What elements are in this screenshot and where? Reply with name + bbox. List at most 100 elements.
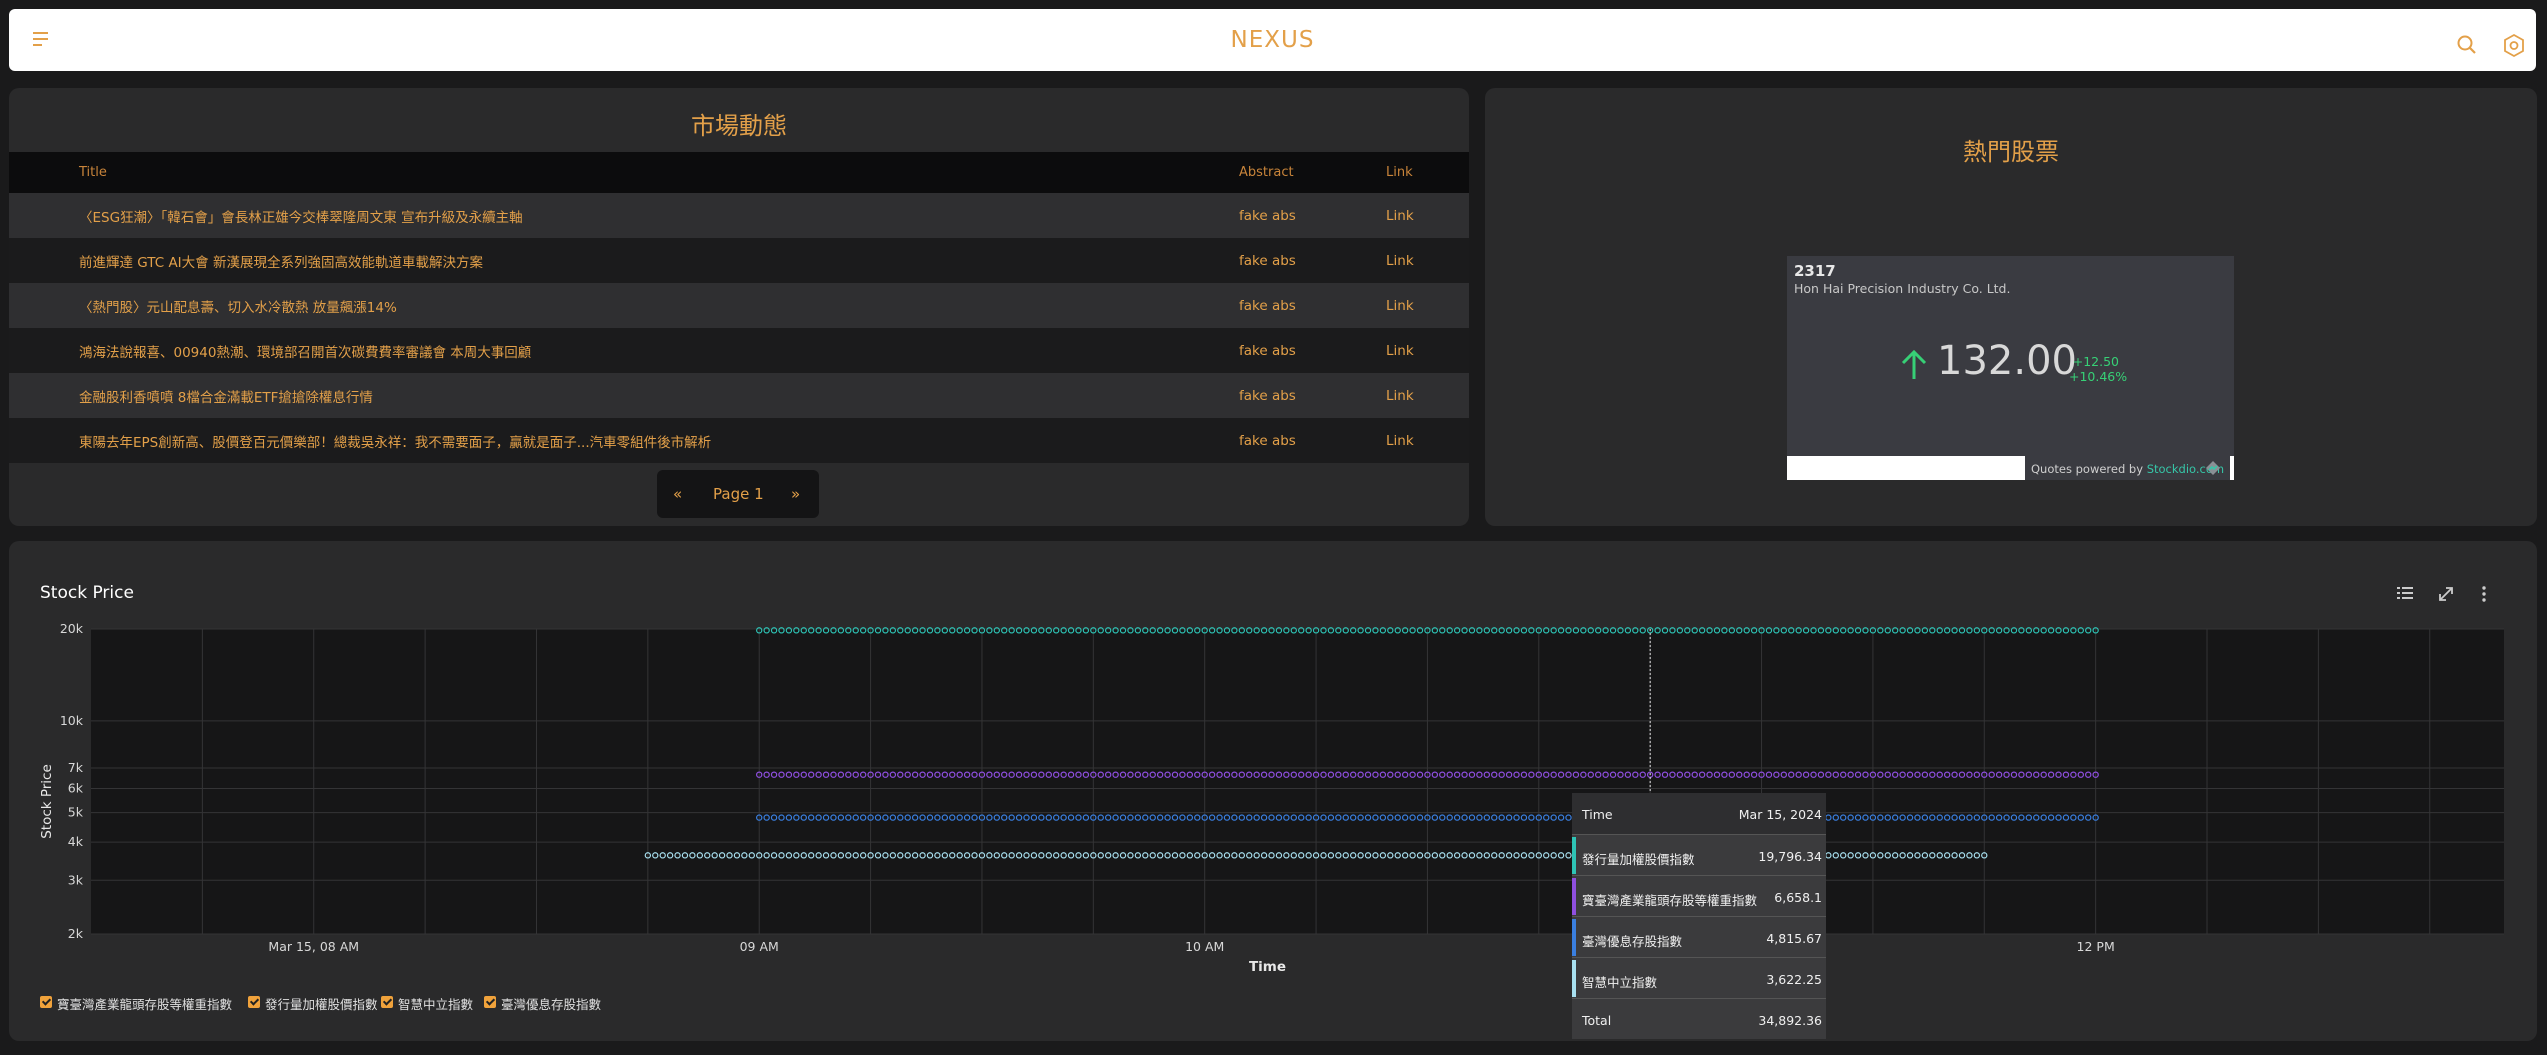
tooltip-series-name: 臺灣優息存股指數 [1582, 934, 1683, 949]
stock-price-chart[interactable]: 2k 3k 4k 5k 6k 7k 10k 20k Mar 15, 08 AM 09 AM 10 A… [9, 541, 2537, 1041]
news-title-cell: 金融股利香噴噴 8檔合金滿載ETF搶搶除權息行情 [9, 373, 1239, 418]
app-header: NEXUS [9, 9, 2536, 71]
legend-label: 臺灣優息存股指數 [501, 997, 602, 1012]
news-title-cell: 〈熱門股〉元山配息壽、切入水冷散熱 放量飆漲14% [9, 283, 1239, 328]
page-label: Page 1 [713, 485, 764, 503]
tooltip-series-name: 智慧中立指數 [1582, 975, 1658, 990]
news-abstract-cell: fake abs [1239, 373, 1386, 418]
stock-symbol: 2317 [1794, 262, 1836, 280]
tooltip-series-name: 寶臺灣產業龍頭存股等權重指數 [1582, 893, 1758, 908]
tooltip-swatch [1572, 960, 1576, 997]
stock-price-chart-panel: Stock Price 2k 3k 4k 5k 6k 7k 10k 20k Mar 15, 08… [9, 541, 2537, 1041]
search-icon[interactable] [2449, 27, 2487, 65]
quote-footer-edge [2230, 456, 2234, 480]
y-tick-label: 6k [68, 780, 84, 795]
hot-stocks-title: 熱門股票 [1963, 138, 2059, 166]
quotes-prefix: Quotes powered by [2031, 462, 2147, 476]
tooltip-row: 臺灣優息存股指數 4,815.67 [1572, 916, 1826, 957]
column-title: Title [9, 152, 1239, 193]
market-news-title: 市場動態 [691, 112, 787, 140]
tooltip-swatch [1572, 919, 1576, 956]
stock-change-percent: +10.46% [2069, 369, 2128, 384]
y-tick-label: 5k [68, 805, 84, 820]
column-link: Link [1386, 152, 1469, 193]
y-tick-label: 4k [68, 834, 84, 849]
tooltip-header: Time Mar 15, 2024 [1572, 793, 1826, 834]
x-axis-title: Time [1249, 959, 1286, 975]
tooltip-series-value: 3,622.25 [1766, 972, 1822, 987]
table-header-row: Title Abstract Link [9, 152, 1469, 193]
tooltip-time-value: Mar 15, 2024 [1738, 807, 1822, 822]
news-title-cell: 東陽去年EPS創新高、股價登百元價樂部！總裁吳永祥：我不需要面子，贏就是面子..… [9, 418, 1239, 463]
y-tick-label: 7k [68, 760, 84, 775]
legend-checkbox[interactable] [484, 996, 496, 1008]
tooltip-series-name: 發行量加權股價指數 [1582, 852, 1695, 867]
news-link[interactable]: Link [1386, 328, 1469, 373]
news-abstract-cell: fake abs [1239, 238, 1386, 283]
legend-label: 發行量加權股價指數 [265, 997, 378, 1012]
column-abstract: Abstract [1239, 152, 1386, 193]
hot-stocks-panel: 熱門股票 2317 Hon Hai Precision Industry Co.… [1485, 88, 2537, 526]
table-row[interactable]: 〈ESG狂潮〉「韓石會」會長林正雄今交棒翠隆周文東 宣布升級及永續主軸 fake… [9, 193, 1469, 238]
news-abstract-cell: fake abs [1239, 193, 1386, 238]
stock-quote-widget[interactable]: 2317 Hon Hai Precision Industry Co. Ltd.… [1787, 256, 2234, 480]
x-tick-label: 09 AM [740, 939, 779, 954]
y-tick-label: 2k [68, 926, 84, 941]
tooltip-total-label: Total [1582, 1013, 1612, 1028]
app-title: NEXUS [1230, 27, 1315, 53]
tooltip-swatch [1572, 878, 1576, 915]
tooltip-row: 發行量加權股價指數 19,796.34 [1572, 834, 1826, 875]
table-row[interactable]: 鴻海法說報喜、00940熱潮、環境部召開首次碳費費率審議會 本周大事回顧 fak… [9, 328, 1469, 373]
y-axis-title: Stock Price [39, 764, 55, 839]
next-page-button[interactable]: » [791, 485, 800, 503]
news-link[interactable]: Link [1386, 193, 1469, 238]
table-row[interactable]: 〈熱門股〉元山配息壽、切入水冷散熱 放量飆漲14% fake abs Link [9, 283, 1469, 328]
tooltip-series-value: 4,815.67 [1766, 931, 1822, 946]
news-link[interactable]: Link [1386, 373, 1469, 418]
tooltip-total-row: Total 34,892.36 [1572, 998, 1826, 1039]
quotes-attribution: Quotes powered by Stockdio.com [2031, 462, 2224, 476]
arrow-up-icon [1901, 349, 1927, 379]
tooltip-series-value: 6,658.1 [1774, 890, 1822, 905]
news-table: Title Abstract Link 〈ESG狂潮〉「韓石會」會長林正雄今交棒… [9, 152, 1469, 463]
tooltip-swatch [1572, 837, 1576, 874]
legend-label: 智慧中立指數 [398, 997, 474, 1012]
stockdio-logo-icon [2206, 461, 2220, 475]
tooltip-total-value: 34,892.36 [1758, 1013, 1822, 1028]
y-tick-label: 20k [60, 621, 84, 636]
news-link[interactable]: Link [1386, 418, 1469, 463]
tooltip-row: 智慧中立指數 3,622.25 [1572, 957, 1826, 998]
news-abstract-cell: fake abs [1239, 328, 1386, 373]
stock-name: Hon Hai Precision Industry Co. Ltd. [1794, 281, 2011, 296]
tooltip-time-label: Time [1582, 807, 1613, 822]
prev-page-button[interactable]: « [673, 485, 682, 503]
legend-checkbox[interactable] [248, 996, 260, 1008]
x-tick-label: 12 PM [2077, 939, 2115, 954]
table-row[interactable]: 前進輝達 GTC AI大會 新漢展現全系列強固高效能軌道車載解決方案 fake … [9, 238, 1469, 283]
news-title-cell: 〈ESG狂潮〉「韓石會」會長林正雄今交棒翠隆周文東 宣布升級及永續主軸 [9, 193, 1239, 238]
pagination: « Page 1 » [657, 470, 819, 518]
news-title-cell: 鴻海法說報喜、00940熱潮、環境部召開首次碳費費率審議會 本周大事回顧 [9, 328, 1239, 373]
x-tick-label: 10 AM [1185, 939, 1224, 954]
x-tick-label: Mar 15, 08 AM [268, 939, 359, 954]
quote-footer-bar [1787, 456, 2025, 480]
stock-price: 132.00 [1937, 338, 2077, 384]
legend-checkbox[interactable] [40, 996, 52, 1008]
y-tick-label: 10k [60, 713, 84, 728]
plot-area [91, 629, 2504, 934]
y-tick-label: 3k [68, 872, 84, 887]
news-abstract-cell: fake abs [1239, 283, 1386, 328]
chart-tooltip: Time Mar 15, 2024 發行量加權股價指數 19,796.34 寶臺… [1572, 793, 1826, 1039]
news-link[interactable]: Link [1386, 283, 1469, 328]
settings-icon[interactable] [2495, 27, 2533, 65]
stock-change: +12.50 [2072, 354, 2119, 369]
news-title-cell: 前進輝達 GTC AI大會 新漢展現全系列強固高效能軌道車載解決方案 [9, 238, 1239, 283]
news-abstract-cell: fake abs [1239, 418, 1386, 463]
table-row[interactable]: 東陽去年EPS創新高、股價登百元價樂部！總裁吳永祥：我不需要面子，贏就是面子..… [9, 418, 1469, 463]
table-row[interactable]: 金融股利香噴噴 8檔合金滿載ETF搶搶除權息行情 fake abs Link [9, 373, 1469, 418]
legend-label: 寶臺灣產業龍頭存股等權重指數 [57, 997, 233, 1012]
market-news-panel: 市場動態 Title Abstract Link 〈ESG狂潮〉「韓石會」會長林… [9, 88, 1469, 526]
tooltip-row: 寶臺灣產業龍頭存股等權重指數 6,658.1 [1572, 875, 1826, 916]
legend-checkbox[interactable] [381, 996, 393, 1008]
news-link[interactable]: Link [1386, 238, 1469, 283]
